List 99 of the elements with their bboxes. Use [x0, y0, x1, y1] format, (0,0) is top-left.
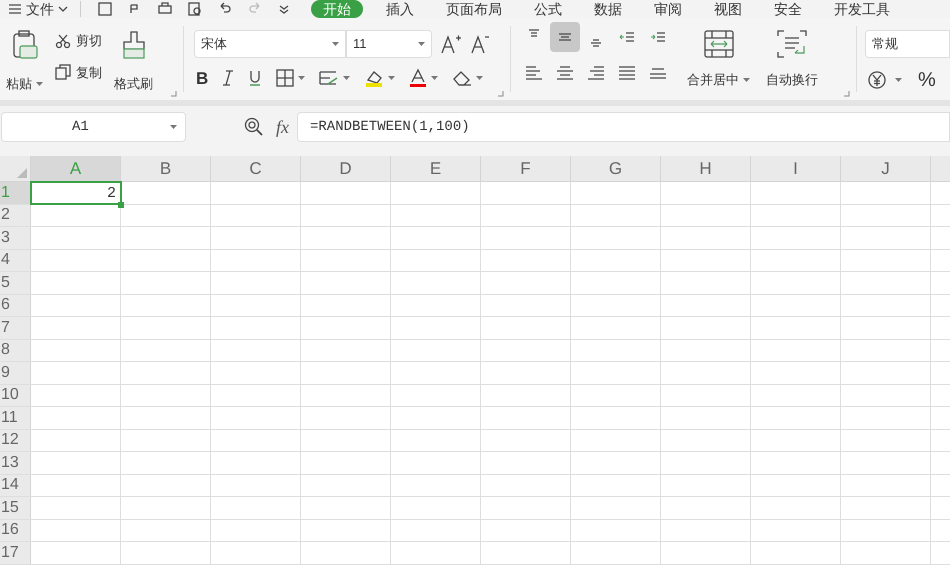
- scissors-icon: [55, 32, 71, 49]
- dialog-launcher-icon: [171, 91, 177, 97]
- caret-icon: [36, 82, 43, 86]
- ribbon-tab[interactable]: 安全: [765, 0, 811, 18]
- ribbon-tab[interactable]: 视图: [705, 0, 751, 18]
- select-all-icon: [17, 168, 27, 178]
- name-box[interactable]: A1: [1, 112, 186, 142]
- ribbon-tab[interactable]: 页面布局: [437, 0, 511, 18]
- zoom-icon: [244, 117, 264, 137]
- function-label[interactable]: fx: [276, 114, 289, 140]
- caret-icon: [170, 125, 177, 129]
- row-header[interactable]: 8: [0, 340, 31, 361]
- wrap-text-icon: [777, 30, 807, 58]
- menu-icon: [8, 3, 22, 15]
- save-icon: [97, 2, 113, 16]
- column-header[interactable]: G: [571, 156, 661, 181]
- formula-field[interactable]: =RANDBETWEEN(1,100): [297, 112, 950, 142]
- row-header[interactable]: 2: [0, 204, 31, 226]
- align-indent-icon: [650, 32, 666, 42]
- row-header[interactable]: 17: [0, 542, 31, 564]
- align-bottom-icon: [590, 39, 602, 47]
- align-middle-icon: [558, 33, 572, 41]
- copy-icon: [55, 64, 71, 80]
- row-header[interactable]: 10: [0, 384, 31, 406]
- column-header[interactable]: F: [481, 156, 571, 181]
- align-right-icon: [587, 66, 605, 80]
- caret-icon: [418, 42, 425, 46]
- italic-icon: [222, 69, 234, 87]
- ribbon-tab[interactable]: 数据: [585, 0, 631, 18]
- chevron-down-icon: [58, 6, 68, 12]
- eraser-icon: [452, 69, 472, 87]
- number-format-field[interactable]: 常规: [865, 30, 950, 58]
- row-header[interactable]: 14: [0, 474, 31, 496]
- align-top-icon: [528, 29, 540, 37]
- currency-icon: [867, 70, 887, 90]
- caret-icon: [476, 76, 484, 80]
- bold-icon[interactable]: B: [196, 70, 208, 86]
- caret-icon: [743, 78, 750, 82]
- merge-cells-icon: [704, 30, 734, 58]
- more-icon: [277, 3, 291, 15]
- column-header[interactable]: B: [121, 156, 211, 181]
- underline-icon: [248, 69, 262, 87]
- wrap-text-button[interactable]: 自动换行: [766, 22, 818, 100]
- align-middle-button[interactable]: [550, 22, 580, 52]
- cell-value: 2: [106, 184, 116, 204]
- ribbon-tab[interactable]: 开始: [311, 0, 363, 18]
- column-header[interactable]: C: [211, 156, 301, 181]
- row-header[interactable]: 13: [0, 452, 31, 474]
- clipboard-icon: [10, 30, 38, 60]
- cut-button[interactable]: 剪切: [55, 31, 102, 50]
- dialog-launcher-icon: [498, 91, 504, 97]
- row-header[interactable]: 5: [0, 272, 31, 294]
- justify-icon: [618, 66, 636, 80]
- format-painter-button[interactable]: 格式刷: [114, 30, 153, 100]
- caret-icon: [431, 76, 438, 80]
- column-header[interactable]: J: [841, 156, 931, 181]
- row-header[interactable]: 12: [0, 430, 31, 451]
- grow-font-icon: [440, 33, 462, 55]
- fill-handle[interactable]: [118, 202, 124, 208]
- row-header[interactable]: 4: [0, 250, 31, 271]
- row-header[interactable]: 16: [0, 520, 31, 541]
- row-header[interactable]: 7: [0, 317, 31, 338]
- caret-icon: [343, 76, 350, 80]
- printer-icon: [157, 2, 173, 16]
- ribbon-tab[interactable]: 审阅: [645, 0, 691, 18]
- merge-center-button[interactable]: 合并居中: [687, 22, 750, 100]
- row-header[interactable]: 6: [0, 294, 31, 316]
- percent-button[interactable]: %: [918, 70, 936, 90]
- distribute-icon: [649, 66, 667, 80]
- caret-icon: [388, 76, 396, 80]
- ribbon-tab[interactable]: 开发工具: [825, 0, 899, 18]
- font-size-field[interactable]: 11: [346, 30, 432, 58]
- paste-button[interactable]: 粘贴: [6, 30, 43, 100]
- column-header[interactable]: D: [301, 156, 391, 181]
- align-center-icon: [556, 66, 574, 80]
- row-header[interactable]: 11: [0, 407, 31, 428]
- ribbon-tab[interactable]: 公式: [525, 0, 571, 18]
- shrink-font-icon: [470, 33, 490, 55]
- ribbon-tab[interactable]: 插入: [377, 0, 423, 18]
- row-header[interactable]: 3: [0, 227, 31, 248]
- fill-bucket-icon: [364, 68, 384, 88]
- preview-icon: [187, 2, 203, 16]
- copy-button[interactable]: 复制: [55, 62, 102, 82]
- caret-icon: [332, 42, 339, 46]
- column-header[interactable]: H: [661, 156, 751, 181]
- row-header[interactable]: 15: [0, 497, 31, 518]
- borders-icon: [276, 69, 294, 87]
- dialog-launcher-icon: [844, 91, 850, 97]
- caret-icon: [895, 78, 902, 82]
- font-color-icon: [409, 68, 428, 88]
- align-outdent-icon: [619, 32, 635, 42]
- font-name-field[interactable]: 宋体: [194, 30, 346, 58]
- column-header[interactable]: E: [391, 156, 481, 181]
- row-header[interactable]: 9: [0, 362, 31, 384]
- align-left-icon: [525, 66, 543, 80]
- conditional-format-icon: [319, 69, 340, 87]
- caret-icon: [298, 76, 306, 80]
- file-menu[interactable]: 文件: [0, 2, 76, 16]
- column-header[interactable]: I: [751, 156, 841, 181]
